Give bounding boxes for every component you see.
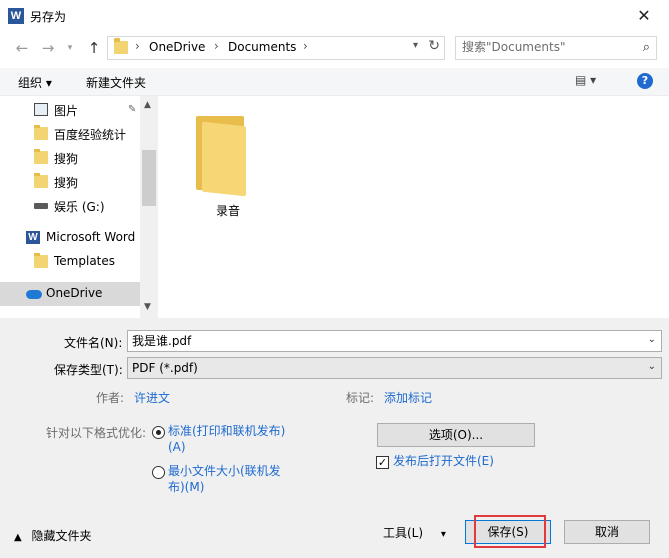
options-button[interactable]: 选项(O)... xyxy=(377,423,535,447)
nav-item-drive-g[interactable]: 娱乐 (G:) xyxy=(0,194,140,218)
search-box[interactable]: ⌕ xyxy=(455,36,657,60)
chevron-down-icon[interactable]: ▼ xyxy=(144,302,151,312)
organize-button[interactable]: 组织 ▾ xyxy=(18,74,52,91)
nav-item-templates[interactable]: Templates xyxy=(0,250,140,274)
tools-menu[interactable]: 工具(L) ▾ xyxy=(383,524,446,541)
filename-label: 文件名(N): xyxy=(64,336,123,350)
view-options-icon[interactable]: ▤ ▾ xyxy=(575,73,596,87)
chevron-up-icon: ▲ xyxy=(14,532,22,543)
nav-item-label: 搜狗 xyxy=(54,152,79,166)
onedrive-icon xyxy=(26,290,42,299)
address-bar[interactable]: › OneDrive › Documents › ▾ ↻ xyxy=(107,36,445,60)
word-icon: W xyxy=(26,231,40,244)
nav-item-label: 娱乐 (G:) xyxy=(54,200,105,214)
radio-minimum-size[interactable] xyxy=(152,466,165,479)
breadcrumb-onedrive[interactable]: OneDrive xyxy=(149,40,205,54)
save-highlight-box xyxy=(474,515,546,548)
folder-icon xyxy=(114,38,128,54)
nav-item-label: 搜狗 xyxy=(54,176,79,190)
nav-scrollbar[interactable]: ▲ ▼ xyxy=(140,96,158,318)
toolbar: 组织 ▾ 新建文件夹 ▤ ▾ ? xyxy=(0,68,669,96)
open-after-publish-label[interactable]: 发布后打开文件(E) xyxy=(393,453,494,469)
folder-item-label[interactable]: 录音 xyxy=(216,202,240,219)
nav-item-label: Microsoft Word xyxy=(46,230,136,244)
recent-dropdown-icon[interactable]: ▾ xyxy=(60,38,80,58)
breadcrumb-documents[interactable]: Documents xyxy=(228,40,296,54)
hide-folders-toggle[interactable]: ▲ 隐藏文件夹 xyxy=(14,527,92,544)
window-title: 另存为 xyxy=(30,10,67,24)
optimize-label: 针对以下格式优化: xyxy=(46,426,147,440)
radio-standard-label[interactable]: 标准(打印和联机发布) (A) xyxy=(168,423,285,455)
help-icon[interactable]: ? xyxy=(637,73,653,89)
search-input[interactable] xyxy=(462,40,630,54)
pin-icon[interactable]: ✎ xyxy=(128,104,136,115)
tags-label: 标记: xyxy=(346,391,375,405)
folder-icon xyxy=(34,149,48,164)
nav-item-pictures[interactable]: 图片 xyxy=(0,98,140,122)
chevron-right-icon[interactable]: › xyxy=(135,39,140,53)
chevron-right-icon[interactable]: › xyxy=(303,39,308,53)
chevron-down-icon[interactable]: ▾ xyxy=(413,40,418,51)
chevron-down-icon[interactable]: ⌄ xyxy=(648,334,656,345)
radio-standard[interactable] xyxy=(152,426,165,439)
filename-field[interactable]: ⌄ xyxy=(127,330,662,352)
chevron-up-icon[interactable]: ▲ xyxy=(144,100,151,110)
scrollbar-thumb[interactable] xyxy=(142,150,156,206)
word-icon: W xyxy=(8,8,24,24)
navigation-pane: 图片 百度经验统计 搜狗 搜狗 娱乐 (G:) W Microsoft Word… xyxy=(0,96,158,318)
nav-item-label: 百度经验统计 xyxy=(54,128,127,142)
nav-item-label: OneDrive xyxy=(46,286,103,300)
nav-item-baidu-stats[interactable]: 百度经验统计 xyxy=(0,122,140,146)
folder-icon[interactable] xyxy=(196,110,248,197)
author-value[interactable]: 许进文 xyxy=(134,389,170,406)
nav-item-sogou[interactable]: 搜狗 xyxy=(0,146,140,170)
nav-item-onedrive[interactable]: OneDrive xyxy=(0,282,140,306)
filetype-label: 保存类型(T): xyxy=(54,363,123,377)
title-bar: W 另存为 ✕ xyxy=(0,0,669,31)
pictures-icon xyxy=(34,103,48,116)
chevron-down-icon: ▾ xyxy=(440,529,446,540)
close-button[interactable]: ✕ xyxy=(626,2,662,30)
back-arrow-icon[interactable]: ← xyxy=(12,38,32,58)
search-icon[interactable]: ⌕ xyxy=(643,40,650,55)
filetype-select[interactable]: PDF (*.pdf) ⌄ xyxy=(127,357,662,379)
radio-minimum-size-label[interactable]: 最小文件大小(联机发 布)(M) xyxy=(168,463,281,495)
filetype-value: PDF (*.pdf) xyxy=(132,361,198,375)
chevron-right-icon[interactable]: › xyxy=(214,39,219,53)
chevron-down-icon[interactable]: ⌄ xyxy=(648,361,656,372)
author-label: 作者: xyxy=(96,391,125,405)
filename-input[interactable] xyxy=(132,333,632,347)
cancel-button[interactable]: 取消 xyxy=(564,520,650,544)
folder-icon xyxy=(34,253,48,268)
forward-arrow-icon[interactable]: → xyxy=(38,38,58,58)
refresh-icon[interactable]: ↻ xyxy=(428,38,440,54)
folder-icon xyxy=(34,173,48,188)
add-tags-link[interactable]: 添加标记 xyxy=(384,389,432,406)
nav-item-sogou-2[interactable]: 搜狗 xyxy=(0,170,140,194)
up-arrow-icon[interactable]: ↑ xyxy=(84,38,104,58)
folder-icon xyxy=(34,125,48,140)
drive-icon xyxy=(34,203,48,209)
nav-item-microsoft-word[interactable]: W Microsoft Word xyxy=(0,226,140,250)
new-folder-button[interactable]: 新建文件夹 xyxy=(86,74,146,91)
open-after-publish-checkbox[interactable]: ✓ xyxy=(376,456,389,469)
nav-item-label: Templates xyxy=(54,254,116,268)
nav-item-label: 图片 xyxy=(54,104,79,118)
